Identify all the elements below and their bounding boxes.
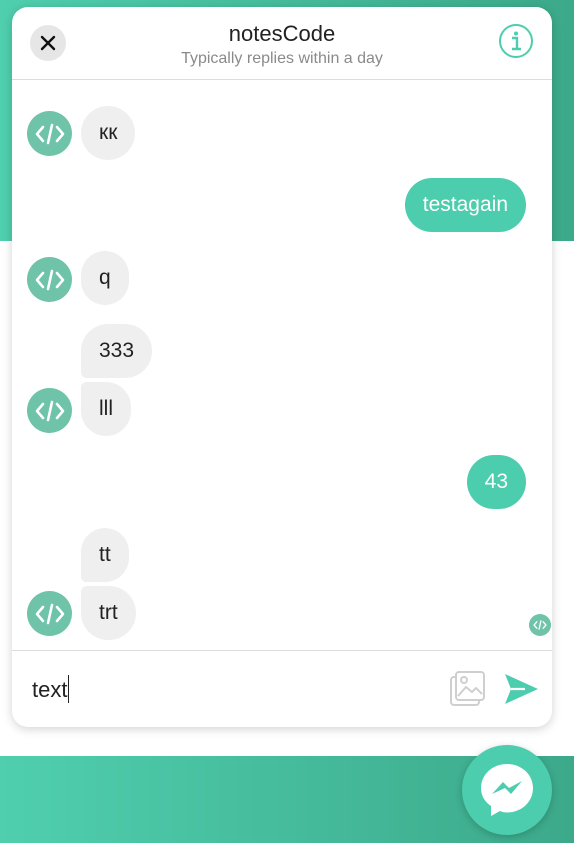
attach-image-button[interactable] — [448, 669, 488, 709]
bot-avatar — [27, 591, 72, 636]
message-composer — [12, 650, 552, 727]
message-input[interactable] — [30, 671, 434, 709]
info-icon — [499, 24, 533, 58]
messenger-launcher-button[interactable] — [462, 745, 552, 835]
incoming-message: q — [81, 251, 129, 305]
bot-avatar — [27, 111, 72, 156]
send-button[interactable] — [501, 669, 541, 709]
code-icon — [533, 620, 547, 630]
code-icon — [35, 123, 64, 144]
incoming-message: 333 — [81, 324, 153, 378]
image-icon — [450, 671, 485, 706]
code-icon — [35, 269, 64, 290]
bot-avatar — [27, 257, 72, 302]
incoming-message: trt — [81, 586, 136, 640]
info-button[interactable] — [498, 23, 534, 59]
incoming-message: tt — [81, 528, 129, 582]
text-caret — [68, 675, 69, 703]
code-icon — [35, 603, 64, 624]
code-icon — [35, 400, 64, 421]
incoming-message: кк — [81, 106, 136, 160]
outgoing-message: testagain — [404, 178, 526, 232]
chat-window: notesCode Typically replies within a day… — [12, 7, 552, 727]
messenger-icon — [481, 764, 533, 816]
send-icon — [505, 674, 538, 704]
read-receipt-avatar — [529, 614, 551, 636]
chat-title: notesCode — [228, 21, 336, 46]
chat-header: notesCode Typically replies within a day — [12, 7, 552, 80]
chat-subtitle: Typically replies within a day — [181, 50, 383, 67]
outgoing-message: 43 — [466, 455, 526, 509]
message-list: кк testagain q 333 lll 43 tt trt — [12, 80, 552, 650]
bot-avatar — [27, 388, 72, 433]
incoming-message: lll — [81, 382, 131, 436]
